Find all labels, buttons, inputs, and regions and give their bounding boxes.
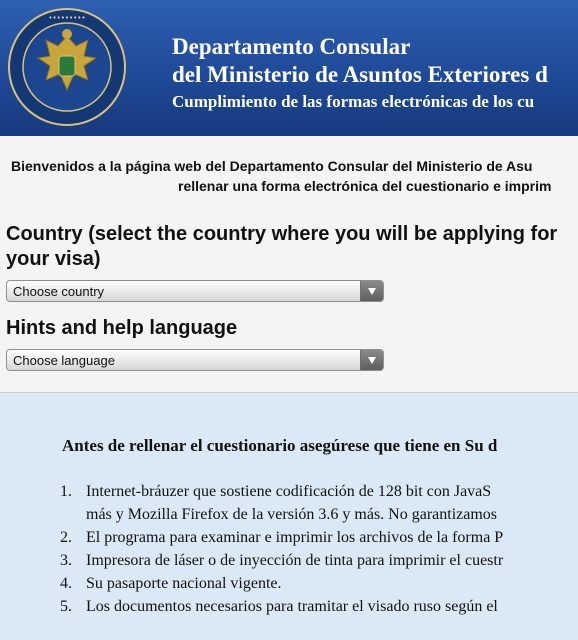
welcome-text-line2: rellenar una forma electrónica del cuest… bbox=[178, 178, 552, 194]
list-item-number: 5. bbox=[60, 598, 72, 615]
list-item-text: Impresora de láser o de inyección de tin… bbox=[86, 552, 504, 569]
list-item: 3. Impresora de láser o de inyección de … bbox=[50, 549, 503, 572]
list-item-text: Internet-bráuzer que sostiene codificaci… bbox=[86, 483, 492, 500]
chevron-down-icon[interactable] bbox=[360, 281, 383, 301]
chevron-down-icon[interactable] bbox=[360, 350, 383, 370]
requirements-title: Antes de rellenar el cuestionario asegúr… bbox=[62, 436, 498, 455]
country-select[interactable]: Choose country bbox=[6, 280, 384, 302]
site-header: ••••••••• Departamento Consular del Mini… bbox=[0, 0, 578, 136]
country-select-value: Choose country bbox=[13, 284, 105, 299]
consular-department-seal-icon: ••••••••• bbox=[8, 8, 126, 126]
list-item-number: 3. bbox=[60, 552, 72, 569]
requirements-list: 1. Internet-bráuzer que sostiene codific… bbox=[50, 480, 503, 618]
list-item: 4. Su pasaporte nacional vigente. bbox=[50, 572, 503, 595]
list-item-text-continued: más y Mozilla Firefox de la versión 3.6 … bbox=[86, 506, 498, 523]
list-item-number: 2. bbox=[60, 529, 72, 546]
country-label: Country (select the country where you wi… bbox=[6, 223, 558, 270]
list-item-number: 4. bbox=[60, 575, 72, 592]
list-item: 1. Internet-bráuzer que sostiene codific… bbox=[50, 480, 503, 526]
list-item-text: Su pasaporte nacional vigente. bbox=[86, 575, 282, 592]
header-subtitle: Cumplimiento de las formas electrónicas … bbox=[172, 92, 535, 111]
language-select[interactable]: Choose language bbox=[6, 349, 384, 371]
list-item-text: El programa para examinar e imprimir los… bbox=[86, 529, 504, 546]
header-title-line1: Departamento Consular bbox=[172, 34, 411, 59]
list-item-text: Los documentos necesarios para tramitar … bbox=[86, 598, 498, 615]
svg-text:•••••••••: ••••••••• bbox=[48, 14, 85, 22]
language-label: Hints and help language bbox=[6, 317, 238, 339]
list-item: 5. Los documentos necesarios para tramit… bbox=[50, 595, 503, 618]
header-title-line2: del Ministerio de Asuntos Exteriores d bbox=[172, 62, 548, 87]
language-select-value: Choose language bbox=[13, 353, 115, 368]
list-item: 2. El programa para examinar e imprimir … bbox=[50, 526, 503, 549]
list-item-number: 1. bbox=[60, 483, 72, 500]
welcome-text-line1: Bienvenidos a la página web del Departam… bbox=[11, 158, 533, 174]
